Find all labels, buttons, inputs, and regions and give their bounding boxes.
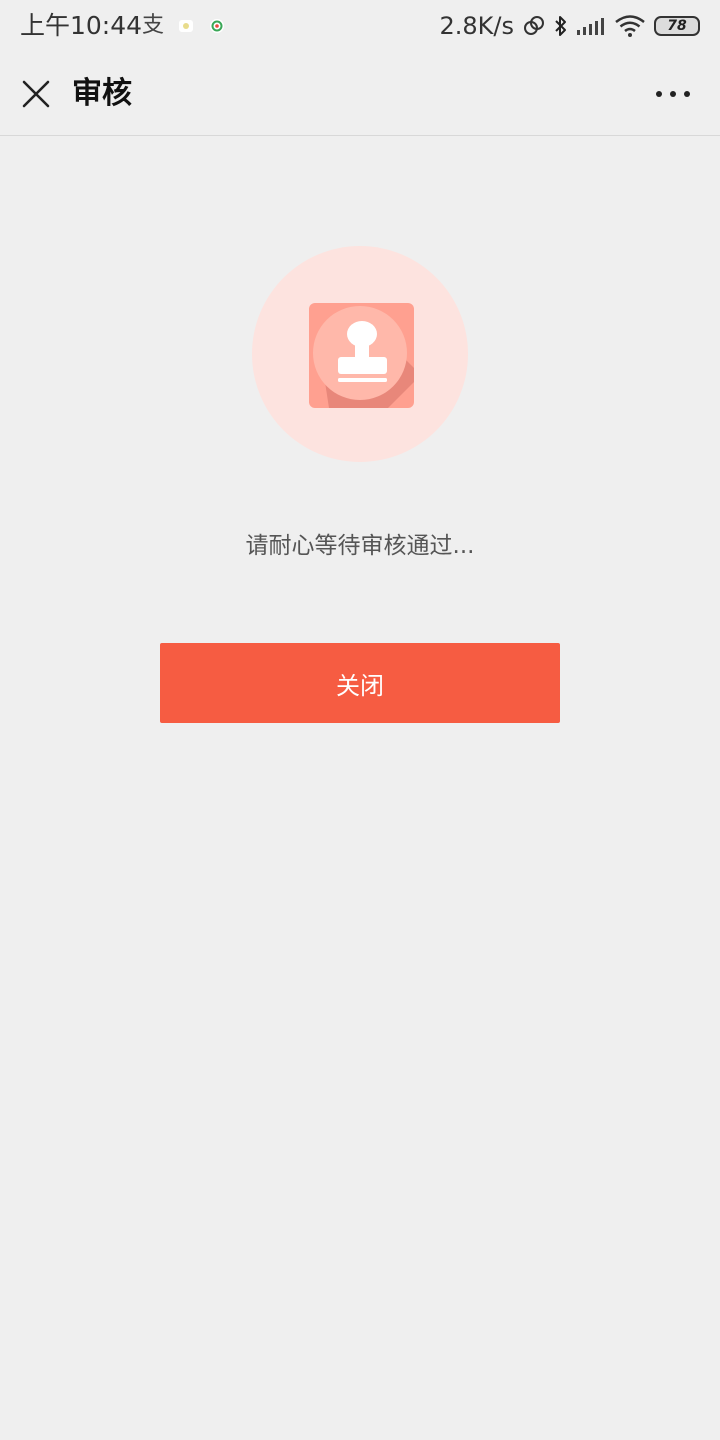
stamp-icon [309,303,414,408]
more-dots-icon [656,91,690,97]
link-icon [524,16,544,35]
alipay-icon: 支 [142,13,165,38]
network-speed: 2.8K/s [439,12,515,40]
close-icon [22,80,50,108]
status-time: 上午10:44 [20,11,143,40]
app-notification-icon-2 [210,19,225,33]
app-notification-icon [179,20,194,32]
status-app-icons: 支 [142,12,226,40]
waiting-message: 请耐心等待审核通过... [245,533,475,559]
status-right-group: 2.8K/s 78 [439,10,700,42]
page-title: 审核 [72,76,132,111]
nav-bar: 审核 [0,52,720,136]
battery-icon: 78 [654,16,700,36]
more-menu-button[interactable] [648,76,698,112]
status-bar: 上午10:44 支 2.8K/s 78 [0,0,720,52]
close-button-nav[interactable] [14,72,58,116]
battery-level: 78 [667,18,687,34]
bluetooth-icon [555,16,566,36]
wifi-icon [615,15,645,37]
signal-icon [577,18,604,35]
close-button[interactable]: 关闭 [160,643,560,723]
